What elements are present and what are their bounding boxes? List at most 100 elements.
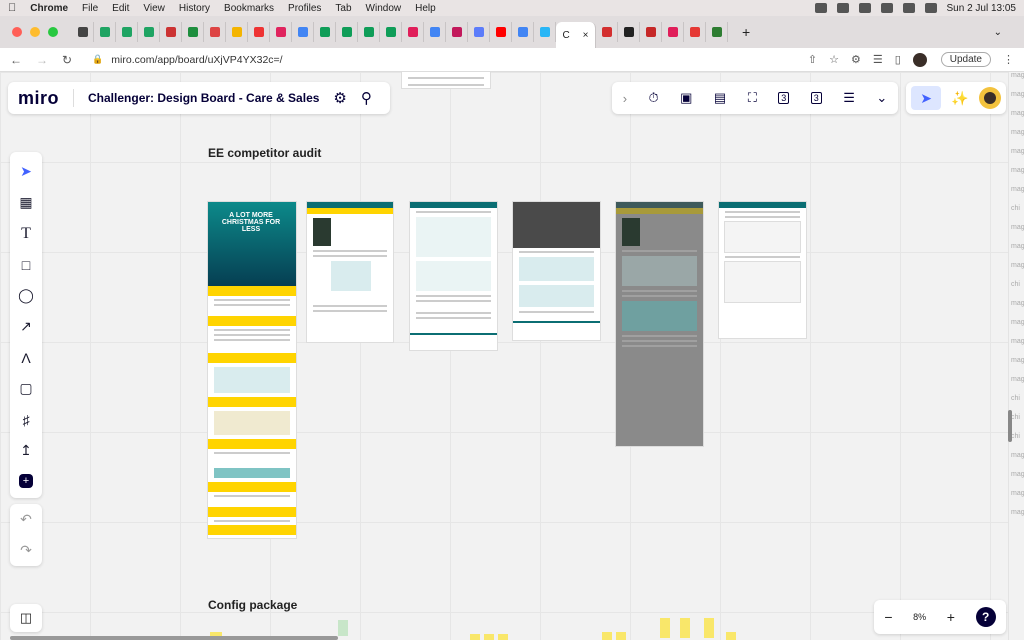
control-center-icon[interactable] — [924, 3, 937, 13]
tab[interactable] — [116, 22, 138, 42]
sticky-note[interactable] — [498, 634, 508, 640]
chevron-right-icon[interactable]: › — [623, 91, 627, 106]
share-screen-icon[interactable]: ▣ — [680, 90, 692, 106]
new-tab-button[interactable]: + — [742, 24, 750, 40]
screenshot-frame[interactable] — [719, 202, 806, 338]
tab[interactable] — [424, 22, 446, 42]
counter-a-icon[interactable]: 3 — [778, 92, 790, 104]
comment-icon[interactable]: ▢ — [13, 376, 39, 402]
bookmark-star-icon[interactable]: ☆ — [829, 53, 839, 66]
horizontal-scrollbar[interactable] — [10, 636, 338, 640]
vertical-scrollbar[interactable] — [1008, 410, 1012, 442]
menu-profiles[interactable]: Profiles — [288, 3, 321, 14]
undo-icon[interactable]: ↶ — [20, 511, 32, 528]
sticky-note[interactable] — [680, 618, 690, 638]
counter-b-icon[interactable]: 3 — [810, 92, 822, 104]
tab[interactable] — [138, 22, 160, 42]
timer-icon[interactable]: ⏱ — [649, 90, 659, 106]
fullscreen-icon[interactable]: ⛶ — [748, 90, 757, 106]
zoom-window-icon[interactable] — [48, 27, 58, 37]
select-tool-icon[interactable]: ➤ — [13, 159, 39, 185]
panel-toggle-icon[interactable]: ◫ — [10, 604, 42, 632]
tab[interactable] — [640, 22, 662, 42]
miro-board-canvas[interactable]: miro Challenger: Design Board - Care & S… — [0, 72, 1024, 640]
menu-help[interactable]: Help — [415, 3, 436, 14]
tab[interactable] — [94, 22, 116, 42]
apple-icon[interactable]:  — [8, 2, 16, 14]
back-icon[interactable]: ← — [10, 53, 22, 67]
menu-app-chrome[interactable]: Chrome — [30, 3, 68, 14]
text-tool-icon[interactable]: T — [13, 221, 39, 247]
user-avatar[interactable] — [978, 87, 1001, 109]
tab[interactable] — [336, 22, 358, 42]
minimize-window-icon[interactable] — [30, 27, 40, 37]
share-icon[interactable]: ⇧ — [808, 53, 817, 66]
zoom-in-button[interactable]: + — [947, 609, 955, 625]
sidepanel-icon[interactable]: ▯ — [895, 53, 901, 66]
tab-search-icon[interactable]: ⌄ — [994, 27, 1002, 38]
tab[interactable] — [706, 22, 728, 42]
kebab-menu-icon[interactable]: ⋮ — [1003, 53, 1014, 66]
connector-icon[interactable]: ↗ — [13, 314, 39, 340]
sticky-note[interactable] — [602, 632, 612, 640]
screenshot-frame[interactable] — [410, 202, 497, 350]
tab[interactable] — [292, 22, 314, 42]
forward-icon[interactable]: → — [36, 53, 48, 67]
search-icon[interactable]: ⚲ — [361, 89, 372, 107]
menu-edit[interactable]: Edit — [112, 3, 129, 14]
sticky-note[interactable] — [616, 632, 626, 640]
tab[interactable] — [160, 22, 182, 42]
menu-view[interactable]: View — [143, 3, 165, 14]
menu-file[interactable]: File — [82, 3, 98, 14]
tab[interactable] — [402, 22, 424, 42]
battery-icon[interactable] — [858, 3, 871, 13]
frame-tool-icon[interactable]: ♯ — [13, 407, 39, 433]
extensions-icon[interactable]: ⚙ — [851, 53, 861, 66]
section-title-config-package[interactable]: Config package — [208, 598, 297, 612]
spotlight-icon[interactable] — [902, 3, 915, 13]
board-frame-partial[interactable] — [402, 72, 490, 88]
menu-tab[interactable]: Tab — [335, 3, 351, 14]
sticky-note[interactable] — [726, 632, 736, 640]
close-icon[interactable]: × — [583, 30, 589, 41]
tab[interactable] — [248, 22, 270, 42]
screenshot-frame[interactable] — [513, 202, 600, 340]
tab[interactable] — [534, 22, 556, 42]
settings-icon[interactable]: ⚙ — [333, 89, 346, 107]
tab[interactable] — [596, 22, 618, 42]
zoom-out-button[interactable]: − — [884, 609, 892, 625]
add-more-icon[interactable]: + — [19, 474, 33, 488]
sticky-note-icon[interactable]: □ — [13, 252, 39, 278]
tab[interactable] — [270, 22, 292, 42]
tab[interactable] — [380, 22, 402, 42]
notes-icon[interactable]: ☰ — [843, 90, 855, 106]
zoom-level[interactable]: 8% — [913, 612, 926, 622]
close-window-icon[interactable] — [12, 27, 22, 37]
wifi-icon[interactable] — [880, 3, 893, 13]
tab[interactable] — [684, 22, 706, 42]
voting-icon[interactable]: ▤ — [714, 90, 726, 106]
celebrate-icon[interactable]: ✨ — [951, 90, 968, 107]
tab-active[interactable]: C × — [556, 22, 596, 48]
screenshot-frame[interactable] — [307, 202, 393, 342]
profile-avatar[interactable] — [912, 52, 927, 67]
tab[interactable] — [314, 22, 336, 42]
more-chevron-icon[interactable]: ⌄ — [876, 90, 887, 106]
sticky-note[interactable] — [470, 634, 480, 640]
tab[interactable] — [662, 22, 684, 42]
sticky-note[interactable] — [704, 618, 714, 638]
redo-icon[interactable]: ↷ — [20, 542, 32, 559]
screenshot-frame-dimmed[interactable] — [616, 202, 703, 446]
tab[interactable] — [618, 22, 640, 42]
reload-icon[interactable]: ↻ — [62, 53, 72, 67]
sticky-note[interactable] — [484, 634, 494, 640]
tab[interactable] — [226, 22, 248, 42]
tab[interactable] — [182, 22, 204, 42]
menu-window[interactable]: Window — [366, 3, 402, 14]
pen-icon[interactable]: Λ — [13, 345, 39, 371]
templates-icon[interactable]: ▦ — [13, 190, 39, 216]
screenshot-frame[interactable]: A LOT MORE CHRISTMAS FOR LESS — [208, 202, 296, 538]
tab[interactable] — [446, 22, 468, 42]
tab[interactable] — [72, 22, 94, 42]
sticky-note[interactable] — [338, 620, 348, 636]
